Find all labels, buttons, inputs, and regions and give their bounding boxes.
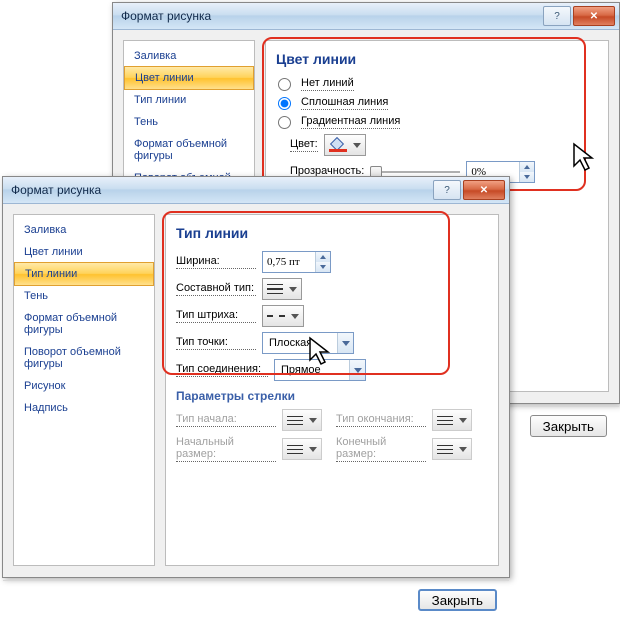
radio-no-line[interactable] (278, 78, 291, 91)
nav-shadow[interactable]: Тень (124, 111, 254, 133)
nav-line-type[interactable]: Тип линии (124, 89, 254, 111)
color-label: Цвет: (290, 138, 318, 152)
help-button[interactable]: ? (433, 180, 461, 200)
category-nav: Заливка Цвет линии Тип линии Тень Формат… (13, 214, 155, 566)
arrow-end-icon (437, 413, 453, 427)
cap-label: Тип точки: (176, 336, 256, 350)
nav-picture[interactable]: Рисунок (14, 375, 154, 397)
width-label: Ширина: (176, 255, 256, 269)
begin-type-button (282, 409, 322, 431)
begin-type-label: Тип начала: (176, 413, 276, 427)
cap-type-select[interactable]: Плоская (262, 332, 354, 354)
radio-label-no-line: Нет линий (301, 77, 354, 91)
nav-fill[interactable]: Заливка (124, 45, 254, 67)
size-begin-icon (287, 442, 303, 456)
begin-size-label: Начальный размер: (176, 436, 276, 462)
close-button[interactable]: Закрыть (530, 415, 607, 437)
join-type-select[interactable]: Прямое (274, 359, 366, 381)
window-title: Формат рисунка (121, 9, 211, 23)
join-label: Тип соединения: (176, 363, 268, 377)
arrow-begin-icon (287, 413, 303, 427)
radio-solid-line[interactable] (278, 97, 291, 110)
settings-pane: Тип линии Ширина: Составной тип: Тип штр… (165, 214, 499, 566)
end-type-label: Тип окончания: (336, 413, 426, 427)
compound-type-button[interactable] (262, 278, 302, 300)
dialog-format-picture-2: Формат рисунка ? ✕ Заливка Цвет линии Ти… (2, 176, 510, 578)
nav-textbox[interactable]: Надпись (14, 397, 154, 419)
compound-label: Составной тип: (176, 282, 256, 296)
join-type-value: Прямое (275, 364, 349, 376)
radio-gradient-line[interactable] (278, 116, 291, 129)
dash-icon (267, 311, 285, 321)
section-title: Цвет линии (276, 51, 598, 67)
close-icon[interactable]: ✕ (573, 6, 615, 26)
nav-3d-format[interactable]: Формат объемной фигуры (14, 307, 154, 341)
begin-size-button (282, 438, 322, 460)
dialog-footer: Закрыть (3, 580, 509, 623)
end-type-button (432, 409, 472, 431)
close-icon[interactable]: ✕ (463, 180, 505, 200)
titlebar[interactable]: Формат рисунка ? ✕ (3, 177, 509, 204)
arrows-subsection-title: Параметры стрелки (176, 389, 488, 403)
dash-label: Тип штриха: (176, 309, 256, 323)
compound-lines-icon (267, 282, 283, 296)
dash-type-button[interactable] (262, 305, 304, 327)
close-button[interactable]: Закрыть (418, 589, 497, 611)
width-spinner[interactable] (262, 251, 331, 273)
spin-down-icon[interactable] (316, 262, 330, 272)
spin-down-icon[interactable] (520, 172, 534, 182)
spin-up-icon[interactable] (316, 252, 330, 262)
paint-bucket-icon (329, 138, 347, 152)
window-title: Формат рисунка (11, 183, 101, 197)
width-input[interactable] (263, 252, 315, 272)
section-title: Тип линии (176, 225, 488, 241)
help-button[interactable]: ? (543, 6, 571, 26)
color-picker-button[interactable] (324, 134, 366, 156)
size-end-icon (437, 442, 453, 456)
nav-line-type[interactable]: Тип линии (14, 262, 154, 286)
nav-3d-rotation[interactable]: Поворот объемной фигуры (14, 341, 154, 375)
spin-up-icon[interactable] (520, 162, 534, 172)
nav-3d-format[interactable]: Формат объемной фигуры (124, 133, 254, 167)
nav-line-color[interactable]: Цвет линии (14, 241, 154, 263)
nav-line-color[interactable]: Цвет линии (124, 66, 254, 90)
cap-type-value: Плоская (263, 337, 337, 349)
end-size-label: Конечный размер: (336, 436, 426, 462)
nav-shadow[interactable]: Тень (14, 285, 154, 307)
titlebar[interactable]: Формат рисунка ? ✕ (113, 3, 619, 30)
radio-label-solid: Сплошная линия (301, 96, 388, 110)
end-size-button (432, 438, 472, 460)
nav-fill[interactable]: Заливка (14, 219, 154, 241)
radio-label-gradient: Градиентная линия (301, 115, 400, 129)
